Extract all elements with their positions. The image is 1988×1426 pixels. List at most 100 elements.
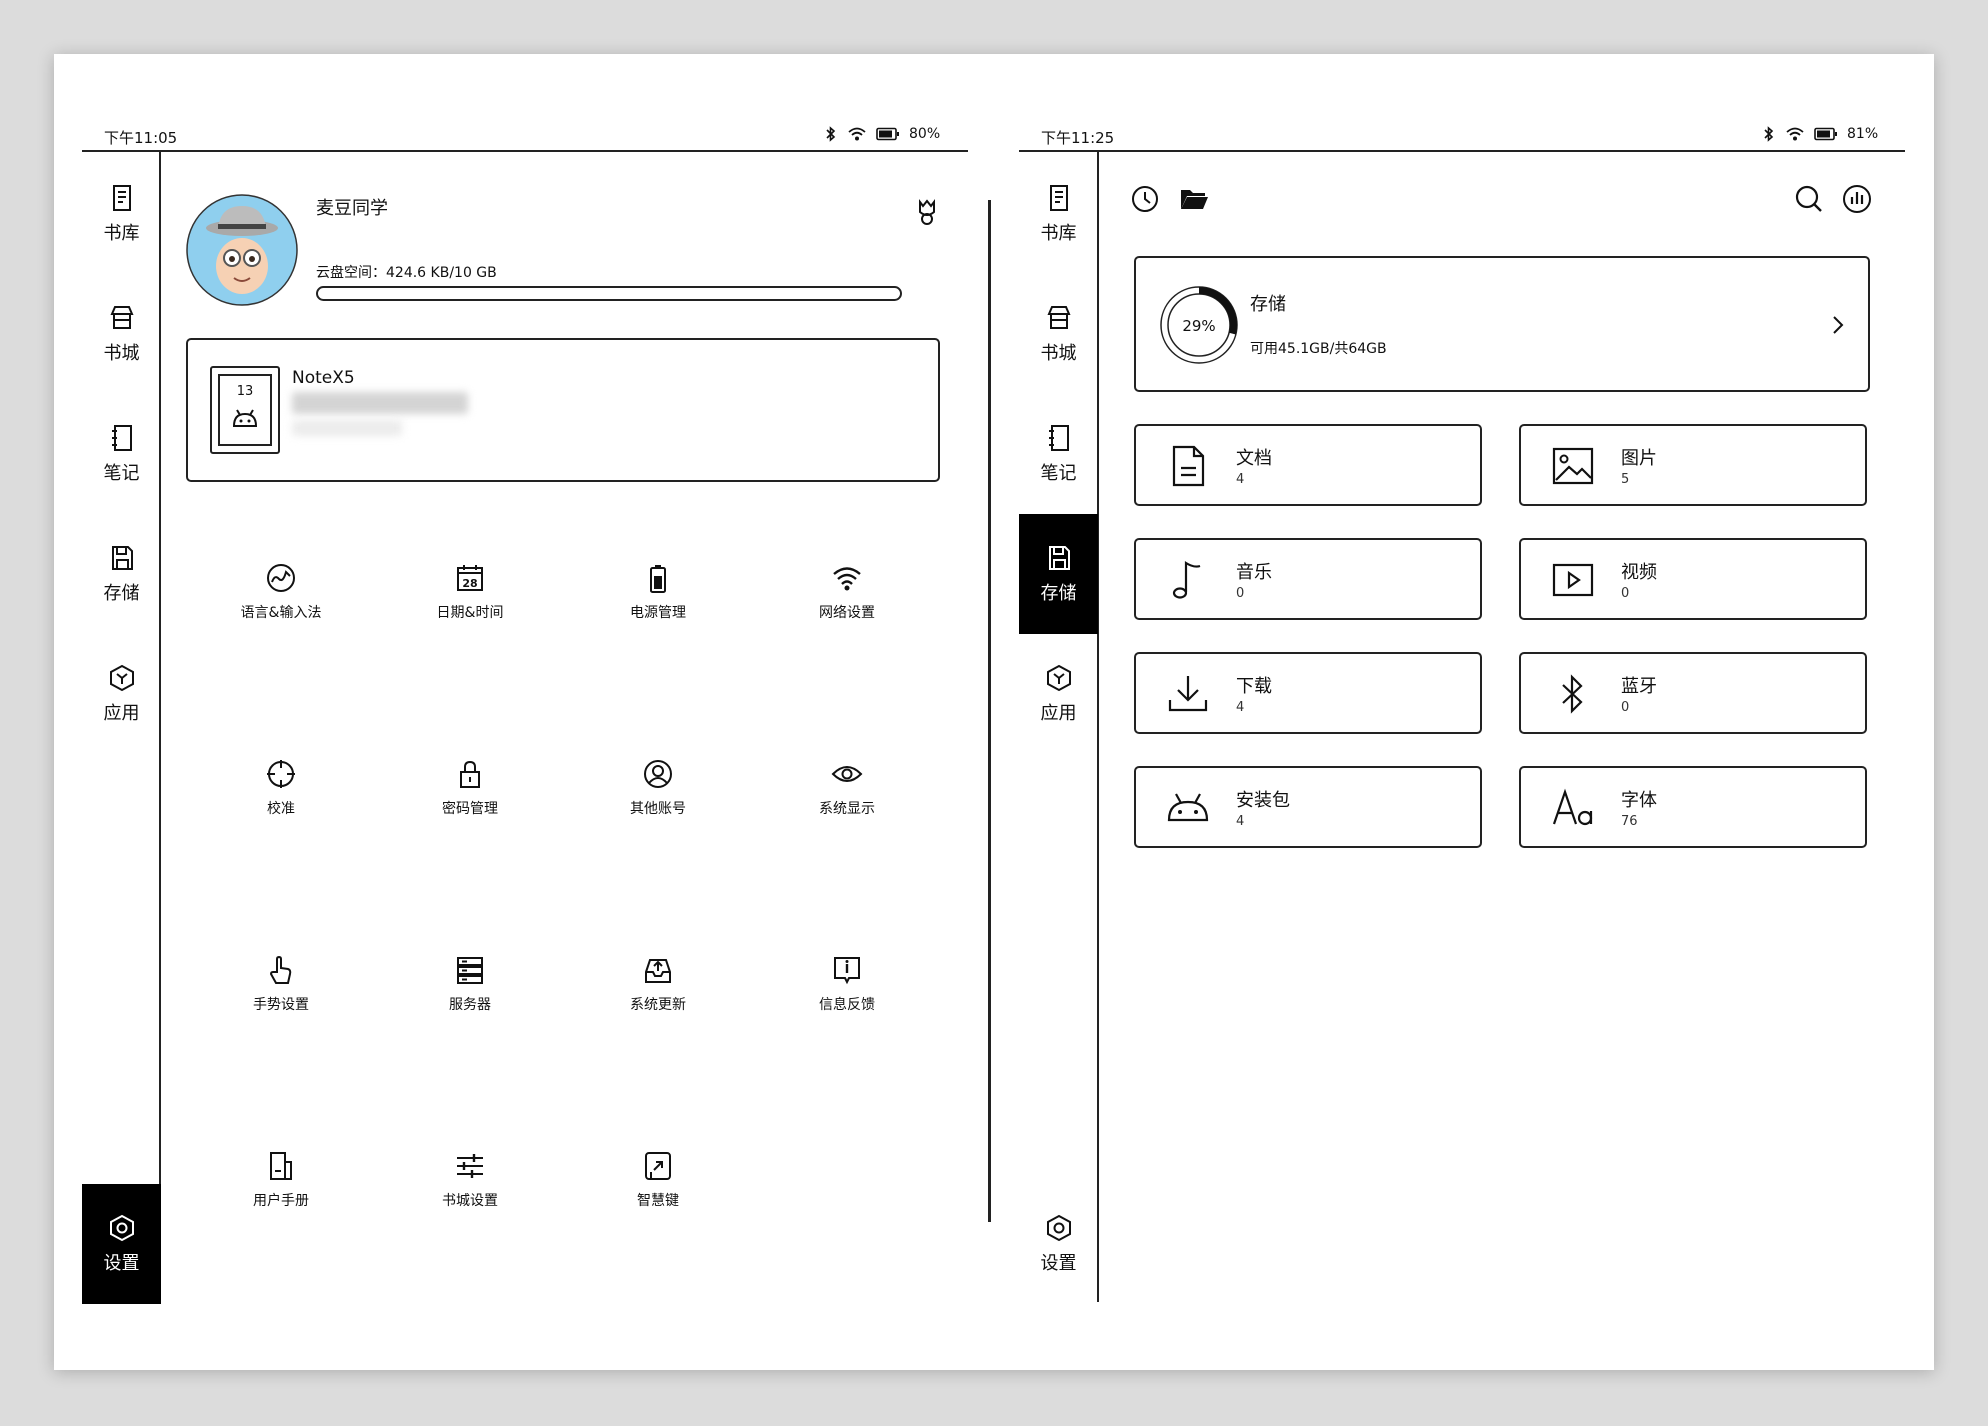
recent-button[interactable] — [1130, 184, 1160, 214]
sidebar-item-label: 笔记 — [1040, 463, 1077, 484]
sidebar-item-label: 书城 — [103, 343, 140, 364]
sidebar-item-notes[interactable]: 笔记 — [1019, 394, 1098, 514]
sidebar-item-apps[interactable]: 应用 — [1019, 634, 1098, 754]
setting-manual[interactable]: 用户手册 — [196, 1150, 366, 1230]
wifi-status-icon — [848, 127, 866, 141]
account-icon — [644, 760, 672, 788]
setting-language[interactable]: 语言&输入法 — [196, 562, 366, 642]
category-packages[interactable]: 安装包 4 — [1134, 766, 1482, 848]
category-count: 0 — [1236, 586, 1245, 601]
setting-label: 其他账号 — [630, 801, 686, 817]
wifi-icon — [833, 567, 861, 591]
status-divider — [1019, 150, 1905, 152]
video-icon — [1552, 563, 1594, 597]
download-icon — [1168, 676, 1208, 712]
category-bluetooth[interactable]: 蓝牙 0 — [1519, 652, 1867, 734]
storage-detail: 可用45.1GB/共64GB — [1250, 341, 1387, 357]
storage-percent: 29% — [1182, 317, 1215, 335]
sliders-icon — [457, 1154, 483, 1178]
setting-label: 网络设置 — [819, 605, 875, 621]
library-icon — [112, 185, 131, 211]
document-icon — [1172, 445, 1205, 487]
folder-button[interactable] — [1178, 184, 1210, 214]
battery-status-icon — [1814, 127, 1837, 141]
sidebar-item-storage[interactable]: 存储 — [82, 514, 161, 634]
category-music[interactable]: 音乐 0 — [1134, 538, 1482, 620]
battery-icon — [650, 565, 666, 593]
category-downloads[interactable]: 下载 4 — [1134, 652, 1482, 734]
setting-network[interactable]: 网络设置 — [762, 562, 932, 642]
medal-button[interactable] — [914, 198, 940, 228]
sidebar-item-library[interactable]: 书库 — [82, 154, 161, 274]
sidebar-item-store[interactable]: 书城 — [82, 274, 161, 394]
bluetooth-icon — [1562, 674, 1583, 714]
setting-feedback[interactable]: 信息反馈 — [762, 954, 932, 1034]
sidebar-item-storage[interactable]: 存储 — [1019, 514, 1098, 634]
device-thumbnail: 13 — [210, 366, 280, 454]
sidebar-item-label: 存储 — [1040, 583, 1077, 604]
crosshair-icon — [267, 760, 295, 788]
chevron-right-icon — [1833, 316, 1844, 334]
server-icon — [457, 957, 483, 984]
chart-icon — [1843, 185, 1871, 213]
android-icon — [232, 409, 258, 427]
sidebar-item-label: 书城 — [1040, 343, 1077, 364]
category-count: 4 — [1236, 472, 1245, 487]
cloud-storage-text: 云盘空间：424.6 KB/10 GB — [316, 262, 497, 282]
category-count: 5 — [1621, 472, 1630, 487]
avatar[interactable] — [186, 194, 298, 306]
music-icon — [1172, 561, 1201, 599]
status-icons-right: 81% — [1762, 126, 1878, 142]
device-card[interactable]: 13 NoteX5 — [186, 338, 940, 482]
manual-icon — [270, 1152, 292, 1180]
sidebar-item-settings[interactable]: 设置 — [1019, 1184, 1098, 1304]
setting-server[interactable]: 服务器 — [385, 954, 555, 1034]
setting-label: 信息反馈 — [819, 997, 875, 1013]
cloud-storage-label: 云盘空间： — [316, 265, 386, 281]
battery-percent: 81% — [1847, 126, 1879, 142]
sidebar-item-label: 笔记 — [103, 463, 140, 484]
sidebar-item-library[interactable]: 书库 — [1019, 154, 1098, 274]
category-documents[interactable]: 文档 4 — [1134, 424, 1482, 506]
device-calendar-day: 13 — [236, 384, 254, 399]
calendar-badge: 28 — [462, 577, 477, 590]
eye-icon — [831, 766, 863, 782]
setting-accounts[interactable]: 其他账号 — [573, 758, 743, 838]
setting-display[interactable]: 系统显示 — [762, 758, 932, 838]
bluetooth-status-icon — [826, 126, 836, 142]
category-fonts[interactable]: 字体 76 — [1519, 766, 1867, 848]
flower-badge-icon — [919, 199, 935, 225]
sidebar-item-apps[interactable]: 应用 — [82, 634, 161, 754]
setting-power[interactable]: 电源管理 — [573, 562, 743, 642]
sidebar-item-label: 应用 — [1040, 703, 1077, 724]
sidebar-item-label: 设置 — [1040, 1253, 1077, 1274]
setting-smart-key[interactable]: 智慧键 — [573, 1150, 743, 1230]
setting-label: 用户手册 — [253, 1193, 309, 1209]
search-button[interactable] — [1794, 184, 1824, 214]
category-count: 0 — [1621, 700, 1630, 715]
setting-update[interactable]: 系统更新 — [573, 954, 743, 1034]
setting-password[interactable]: 密码管理 — [385, 758, 555, 838]
setting-label: 语言&输入法 — [240, 605, 322, 621]
sidebar-item-settings[interactable]: 设置 — [82, 1184, 161, 1304]
category-count: 76 — [1621, 814, 1638, 829]
setting-label: 电源管理 — [630, 605, 686, 621]
store-icon — [1046, 306, 1071, 329]
setting-datetime[interactable]: 28 日期&时间 — [385, 562, 555, 642]
setting-gesture[interactable]: 手势设置 — [196, 954, 366, 1034]
setting-store[interactable]: 书城设置 — [385, 1150, 555, 1230]
storage-card[interactable]: 29% 存储 可用45.1GB/共64GB — [1134, 256, 1870, 392]
settings-icon — [109, 1214, 134, 1242]
sidebar-item-label: 应用 — [103, 703, 140, 724]
setting-calibration[interactable]: 校准 — [196, 758, 366, 838]
sidebar-item-label: 书库 — [1040, 223, 1077, 244]
smart-key-icon — [645, 1152, 671, 1180]
category-videos[interactable]: 视频 0 — [1519, 538, 1867, 620]
category-images[interactable]: 图片 5 — [1519, 424, 1867, 506]
sidebar-item-notes[interactable]: 笔记 — [82, 394, 161, 514]
stats-button[interactable] — [1842, 184, 1872, 214]
sidebar-item-store[interactable]: 书城 — [1019, 274, 1098, 394]
settings-icon — [1046, 1214, 1071, 1242]
setting-label: 密码管理 — [442, 801, 498, 817]
clock-icon — [1132, 186, 1158, 212]
